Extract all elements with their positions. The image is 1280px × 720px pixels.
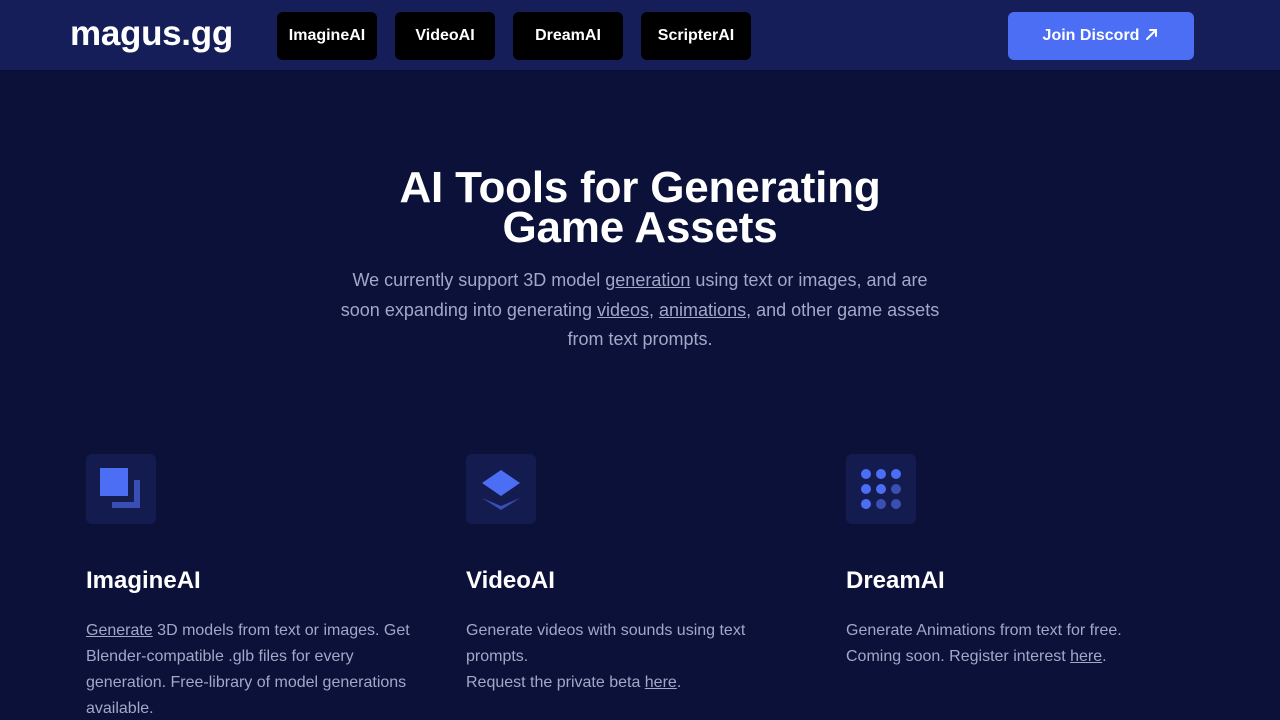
hero-title-line-2: Game Assets (502, 203, 778, 252)
animations-link[interactable]: animations (659, 300, 746, 320)
card-description-text: Coming soon. Register interest (846, 648, 1071, 665)
nav-scripterai-button[interactable]: ScripterAI (641, 12, 751, 60)
nav-videoai-button[interactable]: VideoAI (395, 12, 495, 60)
card-description: Generate videos with sounds using text p… (466, 618, 806, 696)
hero-title-line-1: AI Tools for Generating (399, 163, 881, 212)
arrow-up-right-icon (1145, 27, 1159, 46)
card-description-text: . (676, 674, 682, 691)
squares-icon (86, 454, 156, 524)
hero-sub-text: We currently support 3D model (352, 270, 606, 290)
dots-grid-icon (846, 454, 916, 524)
layers-icon (466, 454, 536, 524)
card-title: ImagineAI (86, 567, 201, 594)
register-interest-link[interactable]: here (1070, 648, 1102, 665)
feature-card-videoai: VideoAI Generate videos with sounds usin… (466, 454, 806, 696)
join-discord-label: Join Discord (1042, 27, 1140, 44)
generate-link[interactable]: Generate (86, 622, 153, 639)
logo[interactable]: magus.gg (70, 14, 233, 54)
videos-link[interactable]: videos (597, 300, 649, 320)
feature-card-dreamai: DreamAI Generate Animations from text fo… (846, 454, 1186, 670)
card-description: Generate 3D models from text or images. … (86, 618, 426, 720)
card-description-text: Generate videos with sounds using text p… (466, 622, 746, 665)
feature-card-imagineai: ImagineAI Generate 3D models from text o… (86, 454, 426, 720)
card-title: VideoAI (466, 567, 555, 594)
nav-dreamai-button[interactable]: DreamAI (513, 12, 623, 60)
nav-imagineai-button[interactable]: ImagineAI (277, 12, 377, 60)
card-description: Generate Animations from text for free. C… (846, 618, 1186, 670)
private-beta-link[interactable]: here (645, 674, 677, 691)
card-description-text: Generate Animations from text for free. (846, 622, 1122, 639)
card-title: DreamAI (846, 567, 945, 594)
hero-sub-text: , (649, 299, 660, 320)
join-discord-button[interactable]: Join Discord (1008, 12, 1194, 60)
generation-link[interactable]: generation (605, 270, 690, 290)
top-nav-bar: magus.gg ImagineAI VideoAI DreamAI Scrip… (0, 0, 1280, 71)
hero-subtitle: We currently support 3D model generation… (340, 266, 940, 355)
hero-title: AI Tools for Generating Game Assets (340, 163, 940, 252)
card-description-text: . (1102, 648, 1107, 665)
card-description-text: Request the private beta (466, 674, 645, 691)
